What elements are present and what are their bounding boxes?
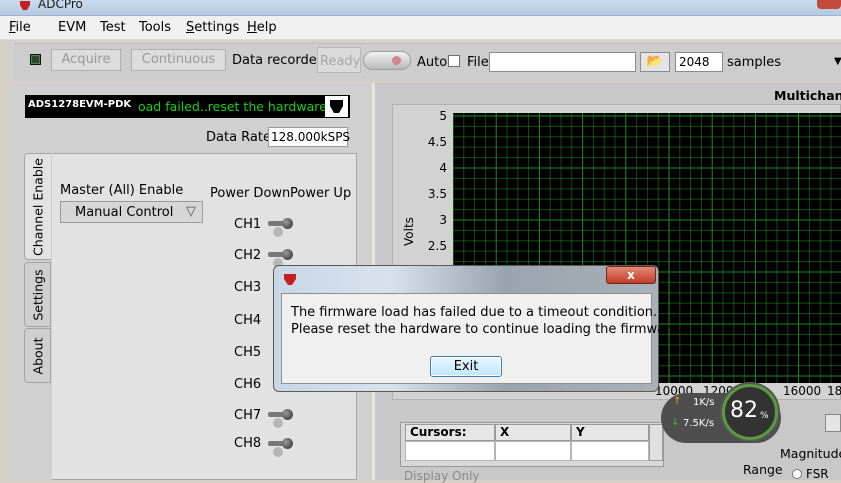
cursor-y-cell[interactable]	[571, 441, 649, 461]
y-tick-label: 3.5	[427, 187, 447, 201]
y-tick-label: 4.5	[427, 135, 447, 149]
acquire-button[interactable]: Acquire	[51, 49, 121, 71]
channel-label: CH1	[234, 217, 262, 232]
auto-checkbox[interactable]	[448, 55, 460, 67]
power-down-label: Power Down	[210, 186, 291, 201]
cursors-header: Cursors:	[405, 424, 495, 441]
y-tick-label: 4	[439, 161, 447, 175]
upload-arrow-icon: ↑	[673, 396, 682, 407]
cursor-x-header: X	[495, 424, 571, 441]
dialog-message-line: Please reset the hardware to continue lo…	[291, 322, 683, 337]
data-recorder-label: Data recorder	[232, 53, 323, 68]
upload-speed: 1K/s	[693, 397, 715, 408]
tab-about[interactable]: About	[24, 328, 51, 383]
chevron-down-icon[interactable]: ▼	[834, 56, 841, 67]
data-rate-label: Data Rate	[206, 130, 271, 145]
tab-settings[interactable]: Settings	[24, 262, 51, 327]
cursors-scrollbar[interactable]	[649, 424, 663, 461]
recorder-status: Ready	[317, 47, 361, 73]
chart-title: Multichann	[774, 88, 841, 103]
power-up-label: Power Up	[290, 186, 352, 201]
channel-label: CH6	[234, 377, 262, 392]
file-path-input[interactable]	[489, 52, 636, 72]
menu-settings[interactable]: Settings	[186, 20, 239, 35]
auto-label: Auto	[417, 55, 448, 70]
x-tick-label: 16000	[783, 384, 822, 398]
y-tick-label: 5	[439, 109, 447, 123]
record-dot-icon	[392, 56, 401, 65]
fsr-label: FSR	[806, 467, 829, 481]
channel-toggle[interactable]	[268, 409, 293, 428]
continuous-button[interactable]: Continuous	[131, 49, 226, 71]
ti-logo-icon	[20, 1, 30, 10]
tab-channel-enable[interactable]: Channel Enable	[24, 153, 51, 260]
dialog-close-button[interactable]: x	[606, 266, 656, 284]
exit-button[interactable]: Exit	[430, 356, 502, 377]
display-only-label: Display Only	[404, 469, 480, 483]
channel-label: CH5	[234, 345, 262, 360]
usage-percent: 82	[730, 398, 758, 423]
channel-label: CH4	[234, 313, 262, 328]
file-label: File	[467, 55, 489, 70]
menu-help[interactable]: Help	[247, 20, 277, 35]
ti-logo-icon	[284, 274, 296, 285]
menu-evm[interactable]: EVM	[58, 20, 86, 35]
channel-label: CH8	[234, 436, 262, 451]
device-message: oad failed..reset the hardware	[138, 99, 327, 114]
channel-label: CH7	[234, 408, 262, 423]
title-bar	[0, 0, 841, 16]
menu-file[interactable]: File	[9, 20, 31, 35]
x-tick-label: 18	[827, 384, 841, 398]
window-title: ADCPro	[38, 0, 83, 11]
ti-logo-icon	[325, 96, 348, 117]
master-enable-select[interactable]: Manual Control ▽	[60, 201, 203, 223]
menu-bar: File EVM Test Tools Settings Help	[0, 16, 841, 40]
channel-label: CH3	[234, 280, 262, 295]
percent-sign: %	[760, 411, 769, 421]
record-toggle[interactable]	[363, 51, 411, 70]
magnitude-label: Magnitude	[780, 446, 841, 461]
menu-tools[interactable]: Tools	[139, 20, 171, 35]
menu-test[interactable]: Test	[100, 20, 126, 35]
download-speed: 7.5K/s	[683, 418, 715, 429]
master-enable-label: Master (All) Enable	[60, 183, 184, 198]
folder-open-icon[interactable]: 📂	[640, 52, 670, 72]
channel-toggle[interactable]	[268, 438, 293, 457]
download-arrow-icon: ↓	[671, 417, 680, 428]
side-button[interactable]	[825, 414, 841, 432]
y-axis-label: Volts	[402, 217, 416, 246]
window-close-button[interactable]	[817, 0, 841, 9]
samples-label: samples	[727, 55, 782, 70]
channel-label: CH2	[234, 248, 262, 263]
samples-input[interactable]: 2048	[675, 52, 723, 72]
channel-toggle[interactable]	[268, 218, 293, 237]
device-name: ADS1278EVM-PDK	[28, 99, 132, 110]
chevron-down-icon: ▽	[186, 204, 196, 219]
dialog-message-line: The firmware load has failed due to a ti…	[291, 305, 658, 320]
range-label: Range	[743, 462, 783, 477]
status-led-icon	[30, 54, 41, 65]
cursor-y-header: Y	[571, 424, 649, 441]
cursor-x-cell[interactable]	[495, 441, 571, 461]
cursor-name-cell[interactable]	[405, 441, 495, 461]
channel-toggle[interactable]	[268, 249, 293, 268]
data-rate-field[interactable]: 128.000kSPS	[268, 127, 350, 147]
fsr-radio[interactable]	[792, 469, 802, 479]
